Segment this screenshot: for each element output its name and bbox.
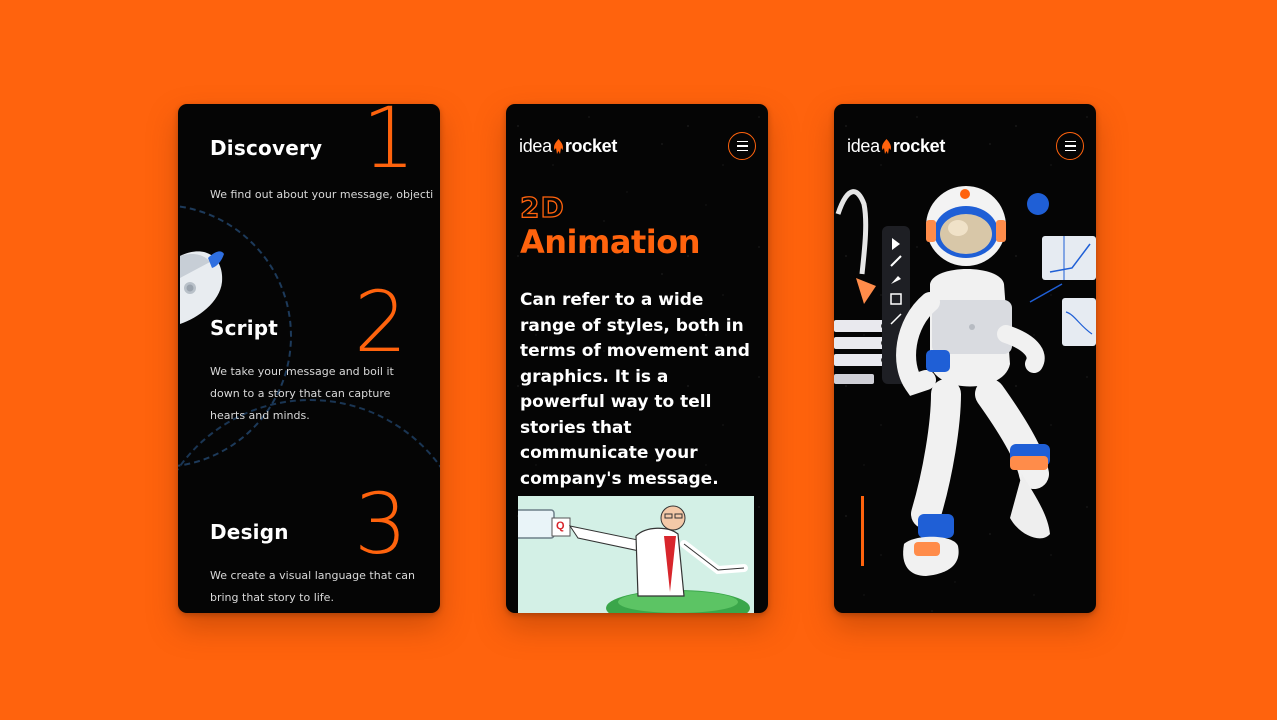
heading-animation: Animation <box>520 223 700 261</box>
rocket-icon <box>180 251 224 324</box>
step-number-2: 2 <box>354 273 408 371</box>
step-title-design: Design <box>210 520 289 544</box>
logo-word-rocket: rocket <box>892 136 946 156</box>
cartoon-drawing <box>518 496 754 613</box>
idearocket-logo[interactable]: idea rocket <box>519 136 617 157</box>
astronaut-screen: idea rocket <box>834 104 1096 613</box>
step-title-discovery: Discovery <box>210 136 323 160</box>
animation-screen: idea rocket 2D Animation Can refer to a … <box>506 104 768 613</box>
step-description-design: We create a visual language that can bri… <box>210 569 416 604</box>
animation-description: Can refer to a wide range of styles, bot… <box>520 290 750 489</box>
cartoon-illustration: Q <box>518 496 754 613</box>
logo-word-idea: idea <box>519 136 552 156</box>
logo-word-rocket: rocket <box>564 136 618 156</box>
idearocket-logo[interactable]: idea rocket <box>847 136 945 157</box>
heading-2d: 2D <box>519 190 565 224</box>
step-number-1: 1 <box>362 104 416 187</box>
logo-word-idea: idea <box>847 136 880 156</box>
flame-icon <box>881 139 891 154</box>
step-number-3: 3 <box>354 475 408 573</box>
astronaut-illustration <box>834 186 1096 576</box>
hamburger-menu-icon[interactable] <box>728 132 756 160</box>
flame-icon <box>553 139 563 154</box>
hamburger-menu-icon[interactable] <box>1056 132 1084 160</box>
step-description-script: We take your message and boil it down to… <box>210 365 394 422</box>
step-description-discovery: We find out about your message, objecti <box>210 188 434 201</box>
cartoon-card-label: Q <box>556 520 565 532</box>
process-screen: 1 Discovery We find out about your messa… <box>178 104 440 613</box>
step-title-script: Script <box>210 316 279 340</box>
